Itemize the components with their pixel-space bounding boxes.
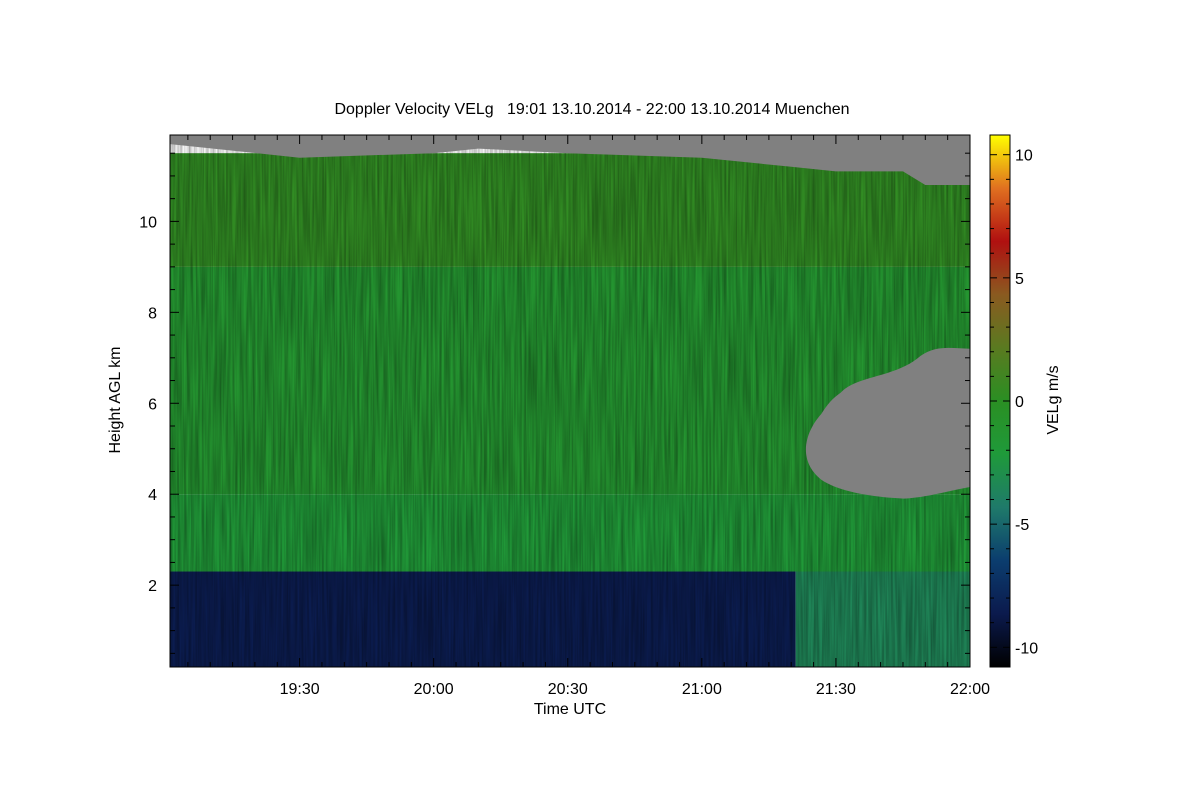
x-tick-label: 21:00 <box>682 681 722 698</box>
colorbar-tick-label: 5 <box>1015 271 1024 288</box>
colorbar-tick-label: -5 <box>1015 517 1029 534</box>
y-axis-label: Height AGL km <box>107 346 124 453</box>
chart-title: Doppler Velocity VELg 19:01 13.10.2014 -… <box>334 101 849 118</box>
x-tick-label: 19:30 <box>280 681 320 698</box>
y-tick-label: 4 <box>148 487 157 504</box>
x-tick-label: 22:00 <box>950 681 990 698</box>
x-tick-label: 20:30 <box>548 681 588 698</box>
y-tick-label: 8 <box>148 305 157 322</box>
chart: Doppler Velocity VELg 19:01 13.10.2014 -… <box>107 101 1062 718</box>
x-tick-label: 20:00 <box>414 681 454 698</box>
colorbar-tick-label: 0 <box>1015 394 1024 411</box>
plot-area <box>170 135 970 667</box>
colorbar: -10 -5 0 5 10 VELg m/s <box>989 134 1062 668</box>
y-tick-label: 6 <box>148 396 157 413</box>
x-tick-label: 21:30 <box>816 681 856 698</box>
y-tick-label: 2 <box>148 578 157 595</box>
colorbar-tick-label: -10 <box>1015 640 1038 657</box>
y-tick-label: 10 <box>139 214 157 231</box>
x-axis-label: Time UTC <box>534 701 606 718</box>
colorbar-tick-label: 10 <box>1015 148 1033 165</box>
colorbar-label: VELg m/s <box>1045 365 1062 434</box>
